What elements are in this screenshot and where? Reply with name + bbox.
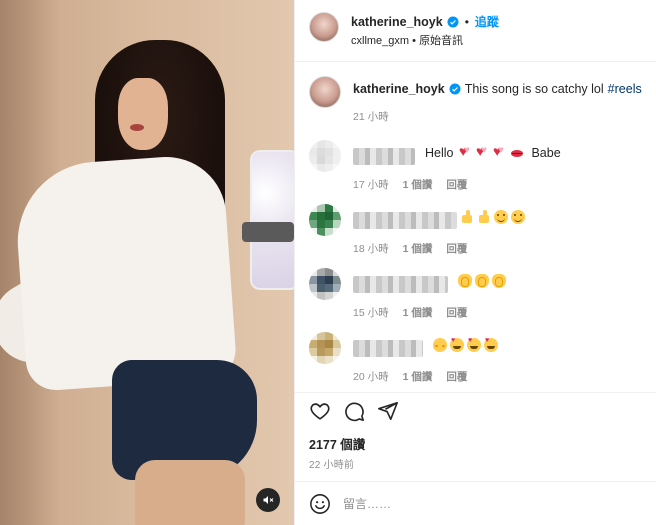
commenter-avatar[interactable]	[309, 140, 341, 172]
reply-button[interactable]: 回覆	[446, 177, 467, 192]
video-person-sweater	[12, 152, 238, 393]
author-username[interactable]: katherine_hoyk	[351, 15, 443, 29]
share-icon[interactable]	[377, 400, 399, 422]
comment-text: Hello Babe	[425, 143, 561, 160]
comment-text	[433, 337, 500, 352]
reply-button[interactable]: 回覆	[446, 305, 467, 320]
heart-eyes-emoji	[467, 337, 481, 352]
comment-time[interactable]: 15 小時	[353, 305, 389, 320]
comment-item: 15 小時 1 個讚 回覆	[309, 268, 649, 320]
caption-avatar[interactable]	[309, 76, 341, 108]
two-hearts-emoji	[493, 143, 507, 160]
reply-button[interactable]: 回覆	[446, 241, 467, 256]
reply-button[interactable]: 回覆	[446, 369, 467, 384]
audio-user[interactable]: cxllme_gxm	[351, 35, 409, 47]
video-person-lips	[130, 124, 144, 131]
two-hearts-emoji	[459, 143, 473, 160]
comment-text-body: Hello	[425, 146, 454, 160]
commenter-username-blurred[interactable]	[353, 276, 448, 293]
comment-likes[interactable]: 1 個讚	[403, 305, 433, 320]
commenter-username-blurred[interactable]	[353, 340, 423, 357]
follow-button[interactable]: 追蹤	[475, 13, 499, 30]
post-header: katherine_hoyk • 追蹤 cxllme_gxm • 原始音訊	[295, 0, 656, 62]
video-tripod	[242, 222, 294, 242]
video-phone-prop	[250, 150, 294, 290]
two-hearts-emoji	[476, 143, 490, 160]
caption-username[interactable]: katherine_hoyk	[353, 82, 445, 96]
post-timestamp[interactable]: 22 小時前	[309, 456, 354, 471]
comment-item: Hello Babe 17 小時 1 個讚 回覆	[309, 140, 649, 192]
thumbs-up-emoji	[477, 210, 491, 224]
audio-attribution[interactable]: cxllme_gxm • 原始音訊	[351, 32, 463, 48]
comment-text	[458, 274, 508, 288]
clapping-hands-emoji	[475, 274, 489, 288]
commenter-avatar[interactable]	[309, 204, 341, 236]
comment-text	[460, 210, 527, 224]
smiling-face-emoji	[511, 210, 525, 224]
video-person-face	[118, 78, 168, 150]
blushing-face-emoji	[433, 338, 447, 352]
commenter-username-blurred[interactable]	[353, 148, 415, 165]
comment-item: 20 小時 1 個讚 回覆	[309, 332, 649, 384]
commenter-avatar[interactable]	[309, 268, 341, 300]
clapping-hands-emoji	[492, 274, 506, 288]
separator-dot: •	[464, 14, 469, 29]
thumbs-up-emoji	[460, 210, 474, 224]
verified-badge-icon	[447, 16, 459, 27]
comment-time[interactable]: 20 小時	[353, 369, 389, 384]
heart-eyes-emoji	[484, 337, 498, 352]
audio-label[interactable]: 原始音訊	[419, 35, 463, 47]
heart-icon[interactable]	[309, 400, 331, 422]
muted-speaker-icon	[263, 496, 274, 504]
comment-time[interactable]: 17 小時	[353, 177, 389, 192]
comment-likes[interactable]: 1 個讚	[403, 241, 433, 256]
post-panel: katherine_hoyk • 追蹤 cxllme_gxm • 原始音訊 ka…	[294, 0, 656, 525]
commenter-username-blurred[interactable]	[353, 212, 457, 229]
reel-video[interactable]	[0, 0, 294, 525]
actions-divider	[295, 392, 656, 393]
heart-eyes-emoji	[450, 337, 464, 352]
comment-item: 18 小時 1 個讚 回覆	[309, 204, 649, 256]
comment-likes[interactable]: 1 個讚	[403, 369, 433, 384]
comment-composer	[295, 481, 656, 525]
likes-count[interactable]: 2177 個讚	[309, 434, 365, 453]
mute-toggle-button[interactable]	[256, 488, 280, 512]
comment-text-trailing: Babe	[531, 146, 561, 160]
author-avatar[interactable]	[309, 12, 339, 42]
verified-badge-icon	[449, 83, 461, 95]
commenter-avatar[interactable]	[309, 332, 341, 364]
caption-time[interactable]: 21 小時	[353, 109, 389, 124]
caption-text: This song is so catchy lol	[464, 82, 604, 96]
video-person-legs	[135, 460, 245, 525]
comment-input[interactable]	[343, 494, 633, 514]
kiss-lips-emoji	[510, 146, 524, 160]
smiling-face-emoji	[494, 210, 508, 224]
post-actions	[309, 400, 399, 422]
comment-time[interactable]: 18 小時	[353, 241, 389, 256]
caption-hashtag[interactable]: #reels	[608, 82, 642, 96]
comment-icon[interactable]	[343, 400, 365, 422]
clapping-hands-emoji	[458, 274, 472, 288]
emoji-icon[interactable]	[309, 493, 331, 515]
comment-likes[interactable]: 1 個讚	[403, 177, 433, 192]
